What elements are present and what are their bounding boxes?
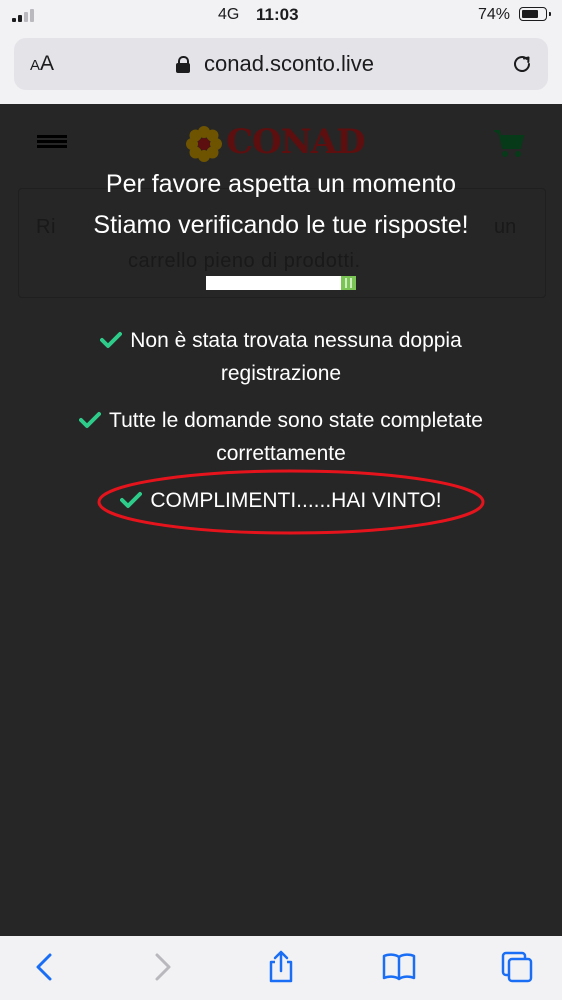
text-size-small-label: A xyxy=(30,57,41,74)
battery-percent: 74% xyxy=(478,6,511,23)
battery-icon xyxy=(519,7,551,21)
tabs-icon[interactable] xyxy=(500,950,534,984)
back-icon[interactable] xyxy=(28,950,62,984)
cart-icon[interactable] xyxy=(492,126,526,160)
flower-logo-icon xyxy=(186,126,222,162)
text-size-button[interactable]: AA xyxy=(30,52,54,76)
logo-text: CONAD xyxy=(226,122,366,162)
address-bar[interactable]: AA conad.sconto.live xyxy=(14,38,548,90)
web-page: CONAD Ri un carrello pieno di prodotti. … xyxy=(0,104,562,936)
check-item-text-cont: registrazione xyxy=(220,362,342,385)
check-item-text: Non è stata trovata nessuna doppia xyxy=(130,329,462,352)
overlay-title-line1: Per favore aspetta un momento xyxy=(105,170,457,198)
check-icon xyxy=(100,332,123,348)
check-item-text-cont: correttamente xyxy=(216,442,346,465)
clock: 11:03 xyxy=(256,5,299,24)
carrier-label: 4G xyxy=(218,6,240,23)
background-text-line2: carrello pieno di prodotti. xyxy=(128,250,361,272)
check-icon xyxy=(79,412,102,428)
share-icon[interactable] xyxy=(264,950,298,984)
highlight-ellipse xyxy=(97,469,485,535)
reload-icon[interactable] xyxy=(510,52,534,76)
forward-icon[interactable] xyxy=(145,950,179,984)
check-item-text: Tutte le domande sono state completate xyxy=(109,409,483,432)
progress-bar xyxy=(206,276,356,290)
text-size-large-label: A xyxy=(40,52,55,75)
check-item-no-duplicate: Non è stata trovata nessuna doppia regis… xyxy=(0,324,562,390)
hamburger-menu-icon[interactable] xyxy=(37,135,67,149)
url-text[interactable]: conad.sconto.live xyxy=(204,51,374,77)
overlay-title-line2: Stiamo verificando le tue risposte! xyxy=(93,211,469,239)
check-item-completed: Tutte le domande sono state completate c… xyxy=(0,404,562,470)
status-bar: 4G 11:03 74% xyxy=(0,0,562,32)
site-header-background: CONAD Ri un carrello pieno di prodotti. xyxy=(0,104,562,304)
progress-fill xyxy=(341,276,356,290)
browser-toolbar xyxy=(0,936,562,1000)
lock-icon xyxy=(176,56,190,73)
signal-icon xyxy=(12,8,38,22)
bookmarks-icon[interactable] xyxy=(382,950,416,984)
